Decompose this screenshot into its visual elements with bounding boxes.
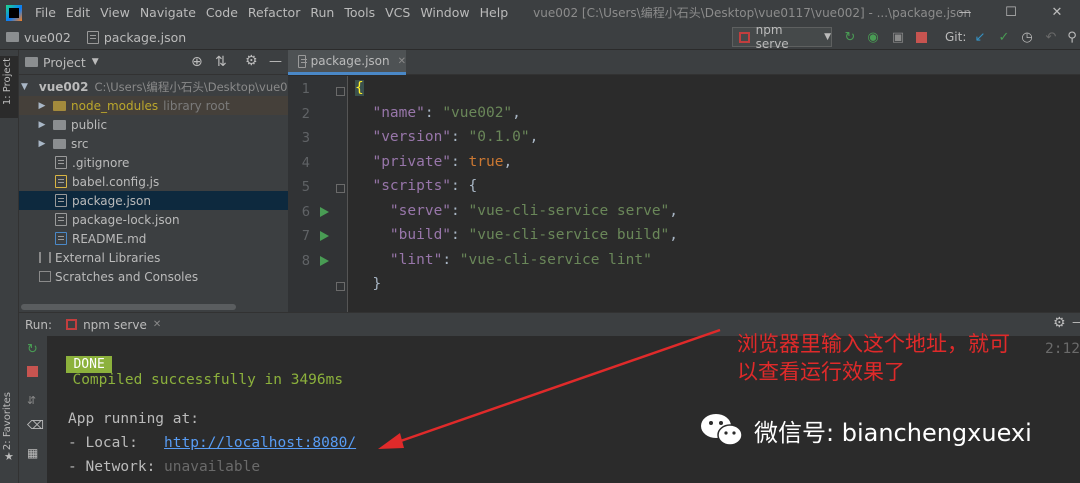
annotation-line-1: 浏览器里输入这个地址，就可	[737, 332, 1010, 356]
wechat-watermark: 微信号: bianchengxuexi	[700, 412, 1032, 448]
annotation-line-2: 以查看运行效果了	[737, 360, 905, 384]
watermark-text: 微信号: bianchengxuexi	[754, 418, 1032, 447]
annotation-text: 浏览器里输入这个地址，就可 以查看运行效果了	[737, 330, 1057, 386]
wechat-icon	[701, 414, 743, 446]
annotation-arrow	[378, 328, 721, 449]
